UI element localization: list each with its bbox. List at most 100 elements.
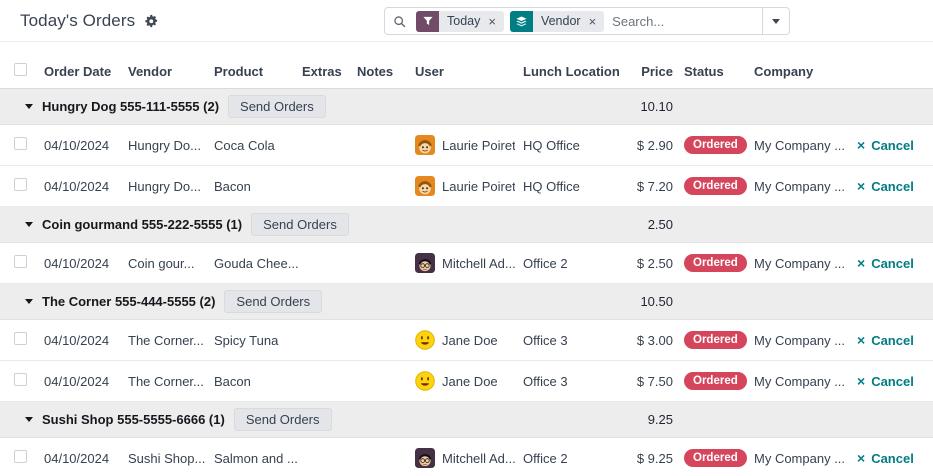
price-cell: $ 3.00: [624, 320, 680, 361]
price-cell: $ 2.90: [624, 125, 680, 166]
row-checkbox[interactable]: [14, 255, 27, 268]
laurie-avatar: [415, 135, 435, 155]
status-badge: Ordered: [684, 177, 747, 195]
order-date-cell: 04/10/2024: [40, 166, 124, 207]
row-checkbox[interactable]: [14, 450, 27, 463]
remove-filter-icon[interactable]: ×: [486, 11, 504, 32]
remove-groupby-icon[interactable]: ×: [587, 11, 605, 32]
col-user[interactable]: User: [411, 55, 519, 89]
group-collapse-caret-icon[interactable]: [25, 299, 33, 304]
page-title: Today's Orders: [20, 11, 135, 31]
group-row[interactable]: The Corner 555-444-5555 (2) Send Orders …: [0, 284, 933, 320]
status-badge: Ordered: [684, 331, 747, 349]
send-orders-button[interactable]: Send Orders: [251, 213, 349, 236]
user-name: Jane Doe: [442, 333, 498, 348]
status-badge: Ordered: [684, 136, 747, 154]
company-cell: My Company ...: [750, 243, 848, 284]
row-checkbox[interactable]: [14, 178, 27, 191]
vendor-cell: The Corner...: [124, 361, 210, 402]
row-checkbox[interactable]: [14, 373, 27, 386]
mitchell-avatar: [415, 448, 435, 468]
group-collapse-caret-icon[interactable]: [25, 417, 33, 422]
order-row[interactable]: 04/10/2024 Hungry Do... Coca Cola Laurie…: [0, 125, 933, 166]
row-checkbox[interactable]: [14, 332, 27, 345]
cancel-label: Cancel: [871, 256, 914, 271]
row-checkbox[interactable]: [14, 137, 27, 150]
send-orders-button[interactable]: Send Orders: [234, 408, 332, 431]
col-extras[interactable]: Extras: [298, 55, 353, 89]
col-company[interactable]: Company: [750, 55, 848, 89]
col-actions: [848, 55, 933, 89]
cancel-button[interactable]: ×Cancel: [852, 451, 914, 466]
cancel-button[interactable]: ×Cancel: [852, 256, 914, 271]
cancel-button[interactable]: ×Cancel: [852, 333, 914, 348]
product-cell: Coca Cola: [210, 125, 298, 166]
col-status[interactable]: Status: [680, 55, 750, 89]
group-row[interactable]: Hungry Dog 555-111-5555 (2) Send Orders …: [0, 89, 933, 125]
order-date-cell: 04/10/2024: [40, 361, 124, 402]
settings-gear-icon[interactable]: [144, 14, 158, 28]
select-all-checkbox[interactable]: [14, 63, 27, 76]
groupby-facet-vendor[interactable]: Vendor ×: [510, 11, 604, 32]
order-row[interactable]: 04/10/2024 Coin gour... Gouda Chee... Mi…: [0, 243, 933, 284]
col-price[interactable]: Price: [624, 55, 680, 89]
order-date-cell: 04/10/2024: [40, 125, 124, 166]
select-all-checkbox-cell[interactable]: [0, 55, 40, 89]
order-row[interactable]: 04/10/2024 Sushi Shop... Salmon and ... …: [0, 438, 933, 476]
user-name: Laurie Poiret: [442, 138, 515, 153]
groupby-layers-icon: [510, 11, 533, 32]
order-row[interactable]: 04/10/2024 Hungry Do... Bacon Laurie Poi…: [0, 166, 933, 207]
cancel-button[interactable]: ×Cancel: [852, 179, 914, 194]
vendor-cell: Hungry Do...: [124, 166, 210, 207]
jane-avatar: [415, 371, 435, 391]
vendor-cell: Hungry Do...: [124, 125, 210, 166]
orders-table: Order Date Vendor Product Extras Notes U…: [0, 55, 933, 476]
cancel-x-icon: ×: [857, 452, 865, 465]
price-cell: $ 7.50: [624, 361, 680, 402]
cancel-x-icon: ×: [857, 139, 865, 152]
col-lunch-location[interactable]: Lunch Location: [519, 55, 624, 89]
order-date-cell: 04/10/2024: [40, 243, 124, 284]
group-subtotal: 2.50: [624, 207, 680, 243]
group-row[interactable]: Sushi Shop 555-5555-6666 (1) Send Orders…: [0, 402, 933, 438]
send-orders-button[interactable]: Send Orders: [228, 95, 326, 118]
group-collapse-caret-icon[interactable]: [25, 222, 33, 227]
jane-avatar: [415, 330, 435, 350]
notes-cell: [353, 320, 411, 361]
col-notes[interactable]: Notes: [353, 55, 411, 89]
cancel-button[interactable]: ×Cancel: [852, 138, 914, 153]
filter-facet-today[interactable]: Today ×: [416, 11, 504, 32]
group-label[interactable]: Hungry Dog 555-111-5555 (2): [42, 99, 219, 114]
lunch-location-cell: Office 2: [519, 243, 624, 284]
group-collapse-caret-icon[interactable]: [25, 104, 33, 109]
cancel-x-icon: ×: [857, 180, 865, 193]
search-options-toggle[interactable]: [762, 8, 789, 34]
order-row[interactable]: 04/10/2024 The Corner... Bacon Jane Doe …: [0, 361, 933, 402]
group-subtotal: 9.25: [624, 402, 680, 438]
vendor-cell: The Corner...: [124, 320, 210, 361]
product-cell: Bacon: [210, 361, 298, 402]
group-label[interactable]: The Corner 555-444-5555 (2): [42, 294, 215, 309]
group-row[interactable]: Coin gourmand 555-222-5555 (1) Send Orde…: [0, 207, 933, 243]
vendor-cell: Coin gour...: [124, 243, 210, 284]
table-header-row: Order Date Vendor Product Extras Notes U…: [0, 55, 933, 89]
notes-cell: [353, 166, 411, 207]
order-row[interactable]: 04/10/2024 The Corner... Spicy Tuna Jane…: [0, 320, 933, 361]
user-name: Laurie Poiret: [442, 179, 515, 194]
send-orders-button[interactable]: Send Orders: [224, 290, 322, 313]
col-vendor[interactable]: Vendor: [124, 55, 210, 89]
extras-cell: [298, 438, 353, 476]
col-product[interactable]: Product: [210, 55, 298, 89]
product-cell: Spicy Tuna: [210, 320, 298, 361]
cancel-x-icon: ×: [857, 334, 865, 347]
cancel-button[interactable]: ×Cancel: [852, 374, 914, 389]
search-input[interactable]: [604, 14, 762, 29]
company-cell: My Company ...: [750, 166, 848, 207]
group-label[interactable]: Coin gourmand 555-222-5555 (1): [42, 217, 242, 232]
order-date-cell: 04/10/2024: [40, 320, 124, 361]
order-date-cell: 04/10/2024: [40, 438, 124, 476]
notes-cell: [353, 243, 411, 284]
group-label[interactable]: Sushi Shop 555-5555-6666 (1): [42, 412, 225, 427]
facet-label: Today: [439, 11, 486, 32]
col-order-date[interactable]: Order Date: [40, 55, 124, 89]
